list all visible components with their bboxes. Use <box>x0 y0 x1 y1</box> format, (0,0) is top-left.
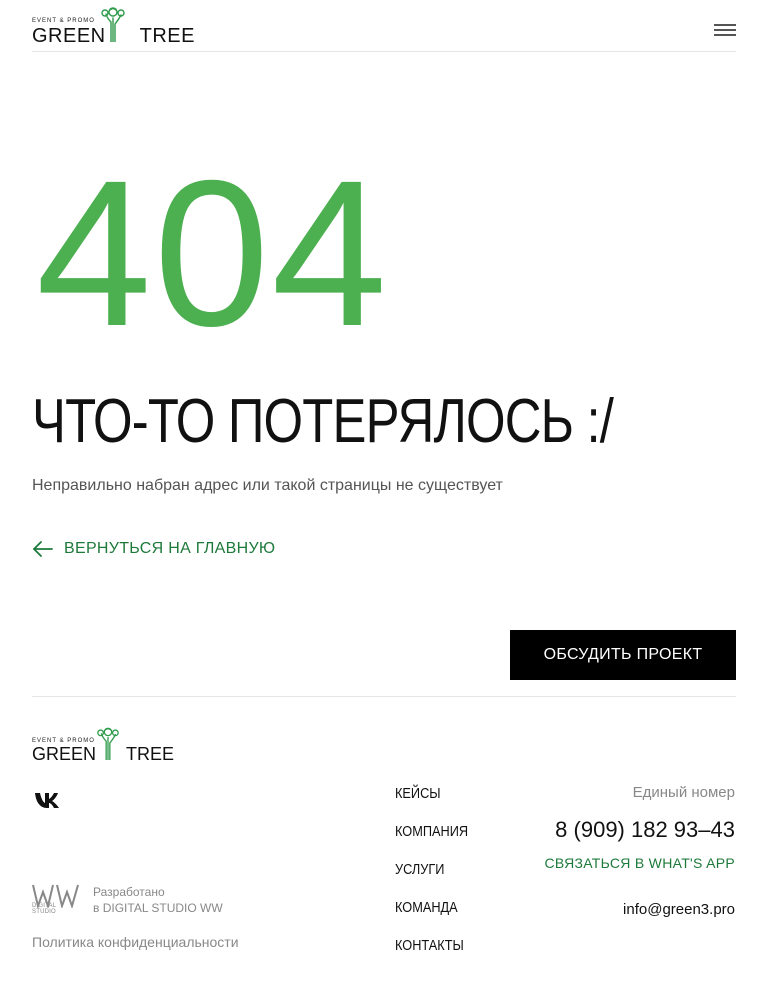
footer-nav-contacts[interactable]: КОНТАКТЫ <box>395 936 468 974</box>
tree-leaf-icon <box>101 7 125 42</box>
footer-nav-cases[interactable]: КЕЙСЫ <box>395 784 468 822</box>
hamburger-menu-icon[interactable] <box>714 24 736 40</box>
site-header: EVENT & PROMO GREEN TREE <box>32 0 736 52</box>
footer-divider <box>32 696 736 697</box>
phone-number-link[interactable]: 8 (909) 182 93–43 <box>545 817 735 843</box>
site-logo[interactable]: EVENT & PROMO GREEN TREE <box>32 6 194 47</box>
footer-logo[interactable]: EVENT & PROMO GREEN TREE <box>32 726 174 764</box>
back-to-home-link[interactable]: ВЕРНУТЬСЯ НА ГЛАВНУЮ <box>32 540 275 558</box>
footer-nav-company[interactable]: КОМПАНИЯ <box>395 822 468 860</box>
footer-nav-team[interactable]: КОМАНДА <box>395 898 468 936</box>
logo-tagline: EVENT & PROMO <box>32 18 95 24</box>
ww-studio-logo: DIGITAL STUDIO <box>32 884 79 915</box>
studio-line-1: Разработано <box>93 885 165 899</box>
error-description: Неправильно набран адрес или такой стран… <box>32 477 503 494</box>
footer-nav: КЕЙСЫ КОМПАНИЯ УСЛУГИ КОМАНДА КОНТАКТЫ <box>395 784 481 974</box>
email-link[interactable]: info@green3.pro <box>545 901 735 918</box>
back-link-label: ВЕРНУТЬСЯ НА ГЛАВНУЮ <box>64 540 276 557</box>
studio-line-2: в DIGITAL STUDIO WW <box>93 901 223 915</box>
studio-mark-label: DIGITAL STUDIO <box>32 903 57 915</box>
arrow-left-icon <box>33 541 53 557</box>
footer-contacts: Единый номер 8 (909) 182 93–43 СВЯЗАТЬСЯ… <box>545 784 735 918</box>
error-title: ЧТО-ТО ПОТЕРЯЛОСЬ :/ <box>32 387 614 456</box>
developer-credit[interactable]: DIGITAL STUDIO Разработано в DIGITAL STU… <box>32 884 223 916</box>
error-code: 404 <box>36 138 390 370</box>
footer-nav-services[interactable]: УСЛУГИ <box>395 860 468 898</box>
whatsapp-link[interactable]: СВЯЗАТЬСЯ В WHAT'S APP <box>545 855 735 871</box>
phone-label: Единый номер <box>632 784 735 801</box>
discuss-project-button[interactable]: ОБСУДИТЬ ПРОЕКТ <box>510 630 736 680</box>
tree-leaf-icon <box>97 727 119 760</box>
privacy-policy-link[interactable]: Политика конфиденциальности <box>32 934 239 950</box>
vk-icon[interactable] <box>34 790 64 810</box>
